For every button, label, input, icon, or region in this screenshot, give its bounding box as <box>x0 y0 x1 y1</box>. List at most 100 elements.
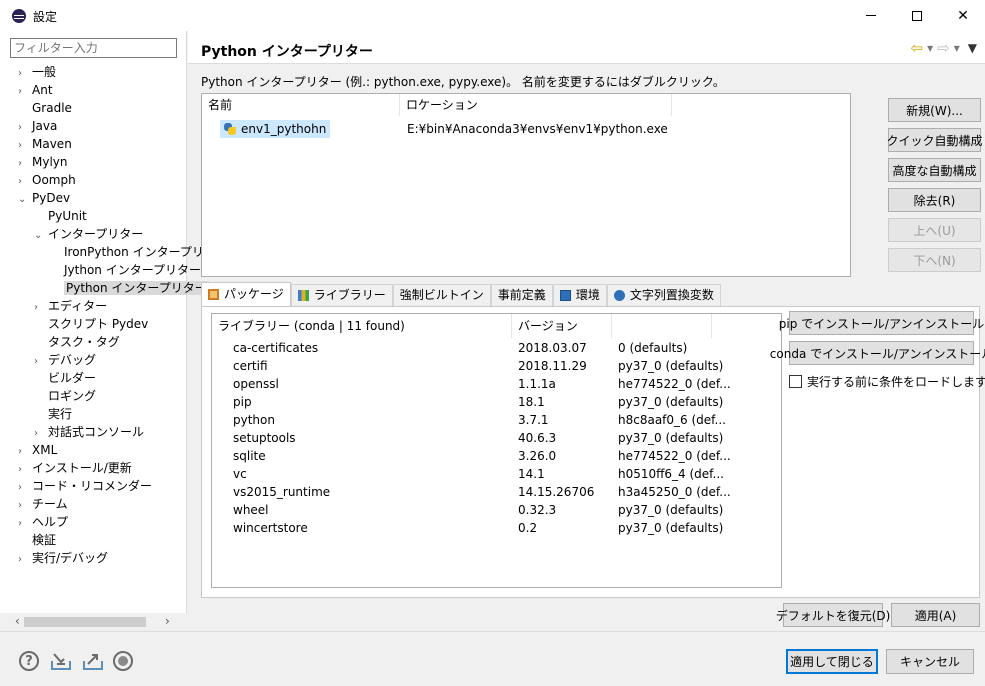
tree-item-label: Jython インタープリター <box>64 263 201 277</box>
packages-panel: ライブラリー (conda | 11 found) バージョン ca-certi… <box>201 306 985 598</box>
tree-item[interactable]: Python インタープリター <box>50 279 209 297</box>
new-button[interactable]: 新規(W)... <box>888 98 981 122</box>
export-icon[interactable] <box>82 651 103 671</box>
scroll-right-icon[interactable]: › <box>165 614 170 628</box>
tree-item[interactable]: › チーム <box>18 495 68 513</box>
tree-item[interactable]: › デバッグ <box>34 351 96 369</box>
cancel-button[interactable]: キャンセル <box>886 649 974 674</box>
maximize-button[interactable] <box>894 0 940 31</box>
load-conditions-option[interactable]: 実行する前に条件をロードしますか? <box>789 373 985 390</box>
tab-predefined[interactable]: 事前定義 <box>490 284 553 306</box>
tree-item[interactable]: › インストール/更新 <box>18 459 132 477</box>
tab-packages[interactable]: パッケージ <box>201 282 291 306</box>
package-build: py37_0 (defaults) <box>618 503 724 517</box>
back-arrow-icon[interactable]: ⇦ <box>911 41 924 56</box>
package-version: 14.15.26706 <box>518 485 595 499</box>
column-header-library[interactable]: ライブラリー (conda | 11 found) <box>212 314 512 338</box>
tree-item[interactable]: IronPython インタープリ <box>50 243 204 261</box>
tree-item[interactable]: › 一般 <box>18 63 56 81</box>
eclipse-icon <box>12 9 26 23</box>
apply-button[interactable]: 適用(A) <box>891 603 980 627</box>
tree-item[interactable]: ⌄ インタープリター <box>34 225 143 243</box>
table-row[interactable]: pip 18.1 py37_0 (defaults) <box>212 393 782 411</box>
forward-arrow-icon[interactable]: ⇨ <box>937 41 950 56</box>
tree-item[interactable]: Jython インタープリター <box>50 261 201 279</box>
apply-and-close-button[interactable]: 適用して閉じる <box>786 649 878 674</box>
tree-item[interactable]: › Ant <box>18 81 53 99</box>
scroll-thumb[interactable] <box>24 617 146 627</box>
forward-dropdown-icon[interactable]: ▾ <box>954 41 960 55</box>
table-row[interactable]: ca-certificates 2018.03.07 0 (defaults) <box>212 339 782 357</box>
advanced-auto-config-button[interactable]: 高度な自動構成 <box>888 158 981 182</box>
tab-label: 文字列置換変数 <box>629 288 714 302</box>
tree-item-label: Gradle <box>32 101 72 115</box>
tab-string-substitution[interactable]: 文字列置換変数 <box>606 284 721 306</box>
record-icon[interactable] <box>113 651 133 671</box>
maximize-icon <box>912 10 922 21</box>
tree-item[interactable]: ロギング <box>34 387 96 405</box>
tree-item[interactable]: 検証 <box>18 531 56 549</box>
tree-item[interactable]: スクリプト Pydev <box>34 315 148 333</box>
package-version: 18.1 <box>518 395 545 409</box>
column-header-name[interactable]: 名前 <box>202 94 400 116</box>
package-name: python <box>233 413 275 427</box>
table-row[interactable]: vc 14.1 h0510ff6_4 (def... <box>212 465 782 483</box>
table-row[interactable]: wincertstore 0.2 py37_0 (defaults) <box>212 519 782 537</box>
horizontal-scrollbar[interactable]: ‹ › <box>0 613 187 631</box>
tree-item[interactable]: タスク・タグ <box>34 333 120 351</box>
import-icon[interactable] <box>50 651 71 671</box>
minimize-button[interactable] <box>848 0 894 31</box>
tree-item[interactable]: › コード・リコメンダー <box>18 477 152 495</box>
tree-item[interactable]: › Maven <box>18 135 72 153</box>
column-header-build[interactable] <box>612 314 712 338</box>
tree-item[interactable]: › エディター <box>34 297 107 315</box>
tree-item-label: Python インタープリター <box>64 281 209 295</box>
table-row[interactable]: vs2015_runtime 14.15.26706 h3a45250_0 (def… <box>212 483 782 501</box>
table-row[interactable]: wheel 0.32.3 py37_0 (defaults) <box>212 501 782 519</box>
package-build: h0510ff6_4 (def... <box>618 467 724 481</box>
chevron-down-icon[interactable]: ⌄ <box>18 191 32 209</box>
help-icon[interactable]: ? <box>19 651 39 671</box>
interpreter-name-cell[interactable]: env1_pythohn <box>220 120 331 138</box>
tree-item[interactable]: › Oomph <box>18 171 76 189</box>
tree-item[interactable]: ⌄ PyDev <box>18 189 70 207</box>
load-conditions-checkbox[interactable] <box>789 375 802 388</box>
tree-item[interactable]: › XML <box>18 441 57 459</box>
tab-environment[interactable]: 環境 <box>552 284 607 306</box>
package-version: 14.1 <box>518 467 545 481</box>
down-button[interactable]: 下へ(N) <box>888 248 981 272</box>
table-row[interactable]: setuptools 40.6.3 py37_0 (defaults) <box>212 429 782 447</box>
remove-button[interactable]: 除去(R) <box>888 188 981 212</box>
restore-defaults-button[interactable]: デフォルトを復元(D) <box>776 603 890 627</box>
pip-install-button[interactable]: pip でインストール/アンインストール <box>779 311 984 335</box>
table-row[interactable]: certifi 2018.11.29 py37_0 (defaults) <box>212 357 782 375</box>
tree-item[interactable]: ビルダー <box>34 369 96 387</box>
tree-item[interactable]: 実行 <box>34 405 72 423</box>
filter-input[interactable] <box>10 38 177 58</box>
tree-item[interactable]: › ヘルプ <box>18 513 68 531</box>
tree-item[interactable]: › Mylyn <box>18 153 68 171</box>
package-version: 3.26.0 <box>518 449 557 463</box>
scroll-left-icon[interactable]: ‹ <box>15 614 20 628</box>
table-row[interactable]: openssl 1.1.1a he774522_0 (def... <box>212 375 782 393</box>
view-menu-icon[interactable]: ▼ <box>968 41 977 55</box>
conda-install-button[interactable]: conda でインストール/アンインストール <box>770 341 985 365</box>
tab-libraries[interactable]: ライブラリー <box>290 284 393 306</box>
back-dropdown-icon[interactable]: ▾ <box>927 41 933 55</box>
tab-forced-builtins[interactable]: 強制ビルトイン <box>392 284 491 306</box>
column-header-version[interactable]: バージョン <box>512 314 612 338</box>
tree-item[interactable]: PyUnit <box>34 207 87 225</box>
up-button[interactable]: 上へ(U) <box>888 218 981 242</box>
close-button[interactable]: ✕ <box>940 0 985 31</box>
table-row[interactable]: python 3.7.1 h8c8aaf0_6 (def... <box>212 411 782 429</box>
quick-auto-config-button[interactable]: クイック自動構成 <box>887 128 983 152</box>
table-row[interactable]: sqlite 3.26.0 he774522_0 (def... <box>212 447 782 465</box>
tree-item[interactable]: › 対話式コンソール <box>34 423 144 441</box>
tree-item[interactable]: › 実行/デバッグ <box>18 549 108 567</box>
column-header-location[interactable]: ロケーション <box>400 94 672 116</box>
chevron-right-icon[interactable]: › <box>18 551 32 569</box>
table-row[interactable]: env1_pythohn E:¥bin¥Anaconda3¥envs¥env1¥… <box>202 120 852 138</box>
tree-item[interactable]: Gradle <box>18 99 72 117</box>
tree-item[interactable]: › Java <box>18 117 57 135</box>
chevron-down-icon[interactable]: ⌄ <box>34 227 48 245</box>
